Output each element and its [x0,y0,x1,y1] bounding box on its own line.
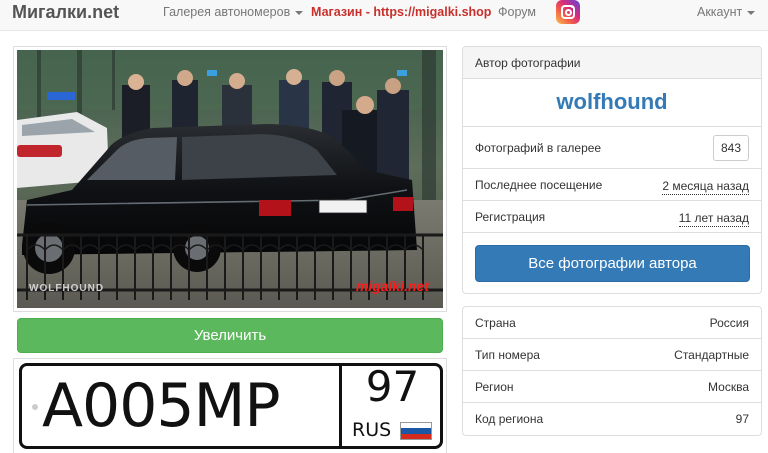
info-row-country: Страна Россия [463,307,761,339]
author-panel-heading: Автор фотографии [463,47,761,79]
nav-forum-link[interactable]: Форум [498,4,536,20]
registration-row: Регистрация 11 лет назад [463,201,761,233]
nav-gallery-label: Галерея автономеров [163,5,291,19]
instagram-icon[interactable] [556,0,580,24]
car-photo[interactable]: WOLFHOUND migalki.net [17,50,443,308]
info-row-region: Регион Москва [463,371,761,403]
author-button-area: Все фотографии автора [463,233,761,293]
info-label: Страна [475,316,516,330]
plate-info-panel: Страна Россия Тип номера Стандартные Рег… [462,306,762,436]
info-label: Регион [475,380,514,394]
nav-account-label: Аккаунт [697,5,743,19]
registration-value[interactable]: 11 лет назад [678,210,749,227]
info-label: Тип номера [475,348,540,362]
nav-account-dropdown[interactable]: Аккаунт [697,4,756,20]
info-value: Москва [708,380,749,394]
last-visit-value[interactable]: 2 месяца назад [662,178,749,195]
registration-label: Регистрация [475,210,546,224]
chevron-down-icon [747,10,756,15]
photo-watermark-site: migalki.net [355,278,429,294]
photo-frame: WOLFHOUND migalki.net [13,46,447,312]
plate-region-code: 97 [365,362,420,411]
photos-count-row: Фотографий в галерее 843 [463,127,761,169]
info-value: Россия [709,316,749,330]
info-row-plate-type: Тип номера Стандартные [463,339,761,371]
info-value: Стандартные [674,348,749,362]
plate-number: А005МР [42,371,281,441]
photos-count-badge: 843 [713,135,749,161]
info-label: Код региона [475,412,544,426]
plate-region-section: 97 RUS [345,362,440,446]
plate-country-code: RUS [352,419,392,441]
russia-flag-icon [400,422,432,440]
author-panel: Автор фотографии wolfhound Фотографий в … [462,46,762,294]
license-plate-panel: А005МР 97 RUS [13,358,447,453]
nav-shop-link[interactable]: Магазин - https://migalki.shop [311,4,491,20]
photo-watermark-author: WOLFHOUND [29,283,105,294]
info-row-region-code: Код региона 97 [463,403,761,435]
author-name-link[interactable]: wolfhound [463,79,761,127]
chevron-down-icon [295,10,304,15]
plate-main-section: А005МР [22,366,342,446]
top-navbar: Мигалки.net Галерея автономеров Магазин … [0,0,768,31]
all-author-photos-button[interactable]: Все фотографии автора [475,245,750,282]
zoom-button[interactable]: Увеличить [17,318,443,353]
last-visit-row: Последнее посещение 2 месяца назад [463,169,761,201]
license-plate: А005МР 97 RUS [19,362,443,449]
last-visit-label: Последнее посещение [475,178,603,192]
photos-count-label: Фотографий в галерее [475,141,602,155]
nav-gallery-dropdown[interactable]: Галерея автономеров [163,4,304,20]
site-logo[interactable]: Мигалки.net [12,0,119,24]
info-value: 97 [735,412,749,426]
